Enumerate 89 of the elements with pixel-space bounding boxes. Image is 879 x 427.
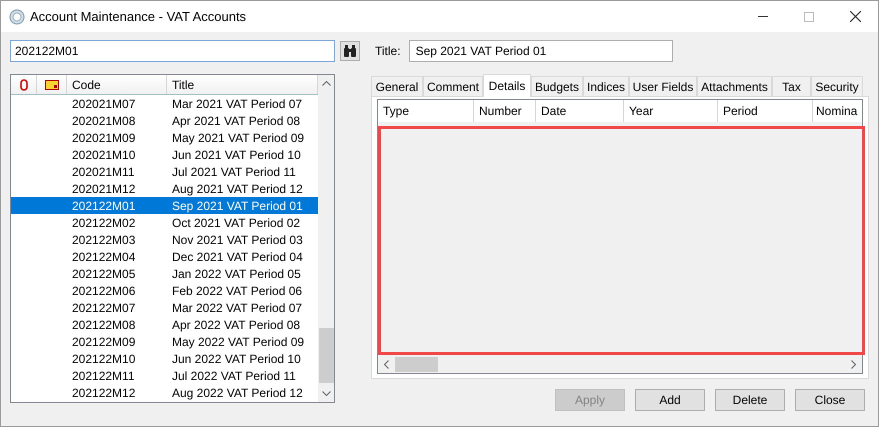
title-cell-text: Sep 2021 VAT Period 01 <box>171 198 304 212</box>
column-header[interactable]: Period <box>718 100 813 122</box>
attachment-icon <box>20 78 28 90</box>
title-cell-text: May 2022 VAT Period 09 <box>171 334 306 348</box>
list-row[interactable]: 202021M09 May 2021 VAT Period 09 <box>11 129 318 146</box>
app-icon <box>9 8 25 24</box>
vertical-scrollbar[interactable] <box>318 75 334 402</box>
list-row[interactable]: 202021M11 Jul 2021 VAT Period 11 <box>11 163 318 180</box>
title-cell-text: Nov 2021 VAT Period 03 <box>171 232 304 246</box>
code-cell-text: 202021M09 <box>71 130 136 144</box>
window-title: Account Maintenance - VAT Accounts <box>30 9 248 24</box>
title-label: Title: <box>375 44 401 58</box>
note-icon <box>44 80 58 90</box>
scroll-down-icon[interactable] <box>322 391 330 396</box>
dialog-button[interactable]: Delete <box>715 389 785 411</box>
title-cell-text: Mar 2021 VAT Period 07 <box>171 96 304 110</box>
title-cell-text: Oct 2021 VAT Period 02 <box>171 216 302 230</box>
list-row[interactable]: 202122M12 Aug 2022 VAT Period 12 <box>11 384 318 401</box>
title-cell-text: Aug 2021 VAT Period 12 <box>171 182 304 196</box>
code-cell-text: 202122M02 <box>71 216 136 230</box>
column-header[interactable]: Date <box>536 100 624 122</box>
title-cell-text: Aug 2022 VAT Period 12 <box>171 386 304 400</box>
search-field[interactable]: 202122M01 <box>10 40 335 62</box>
list-row[interactable]: 202122M04 Dec 2021 VAT Period 04 <box>11 248 318 265</box>
list-row[interactable]: 202021M07 Mar 2021 VAT Period 07 <box>11 95 318 112</box>
code-cell-text: 202122M04 <box>71 250 136 264</box>
tab[interactable]: Security <box>811 76 863 96</box>
title-cell-text: Jan 2022 VAT Period 05 <box>171 266 302 280</box>
column-header[interactable]: Year <box>624 100 718 122</box>
list-row[interactable]: 202122M01 Sep 2021 VAT Period 01 <box>11 197 318 214</box>
code-cell-text: 202122M03 <box>71 232 136 246</box>
code-cell-text: 202122M10 <box>71 352 136 366</box>
tab[interactable]: Details <box>483 74 531 97</box>
title-cell-text: Apr 2021 VAT Period 08 <box>171 114 302 128</box>
tab[interactable]: Attachments <box>697 76 772 96</box>
title-cell-text: May 2021 VAT Period 09 <box>171 130 306 144</box>
scroll-up-icon[interactable] <box>322 81 330 86</box>
code-cell-text: 202122M07 <box>71 300 136 314</box>
title-cell-text: Jun 2022 VAT Period 10 <box>171 352 302 366</box>
code-cell-text: 202122M09 <box>71 334 136 348</box>
binoculars-icon <box>343 44 357 58</box>
dialog-button[interactable]: Add <box>635 389 705 411</box>
code-cell-text: 202122M08 <box>71 318 136 332</box>
code-cell-text: 202021M10 <box>71 148 136 162</box>
code-cell-text: 202021M08 <box>71 114 136 128</box>
dialog-button[interactable]: Close <box>795 389 865 411</box>
code-cell-text: 202122M06 <box>71 284 136 298</box>
title-field[interactable]: Sep 2021 VAT Period 01 <box>408 40 673 62</box>
column-header[interactable]: Type <box>378 100 474 122</box>
close-icon[interactable] <box>850 11 860 22</box>
code-cell-text: 202021M07 <box>71 96 136 110</box>
list-row[interactable]: 202122M09 May 2022 VAT Period 09 <box>11 333 318 350</box>
title-cell-text: Feb 2022 VAT Period 06 <box>171 284 304 298</box>
tab[interactable]: General <box>371 76 423 96</box>
scrollbar-thumb[interactable] <box>395 357 438 372</box>
code-cell-text: 202021M12 <box>71 182 136 196</box>
list-row[interactable]: 202021M08 Apr 2021 VAT Period 08 <box>11 112 318 129</box>
title-cell-text: Dec 2021 VAT Period 04 <box>171 250 304 264</box>
column-header[interactable]: Code <box>67 75 167 94</box>
title-cell-text: Apr 2022 VAT Period 08 <box>171 318 302 332</box>
list-row[interactable]: 202122M06 Feb 2022 VAT Period 06 <box>11 282 318 299</box>
scrollbar-thumb[interactable] <box>318 328 334 383</box>
list-row[interactable]: 202021M10 Jun 2021 VAT Period 10 <box>11 146 318 163</box>
code-cell-text: 202122M01 <box>71 198 136 212</box>
list-row[interactable]: 202122M11 Jul 2022 VAT Period 11 <box>11 367 318 384</box>
title-cell-text: Jun 2021 VAT Period 10 <box>171 148 302 162</box>
tab[interactable]: Indices <box>583 76 629 96</box>
tab[interactable]: Comment <box>423 76 483 96</box>
tab[interactable]: User Fields <box>629 76 697 96</box>
title-cell-text: Jul 2022 VAT Period 11 <box>171 368 297 382</box>
code-cell-text: 202122M05 <box>71 266 136 280</box>
list-row[interactable]: 202021M12 Aug 2021 VAT Period 12 <box>11 180 318 197</box>
list-row[interactable]: 202122M08 Apr 2022 VAT Period 08 <box>11 316 318 333</box>
list-row[interactable]: 202122M10 Jun 2022 VAT Period 10 <box>11 350 318 367</box>
title-cell-text: Mar 2022 VAT Period 07 <box>171 300 304 314</box>
list-row[interactable]: 202122M07 Mar 2022 VAT Period 07 <box>11 299 318 316</box>
code-cell-text: 202021M11 <box>71 164 136 178</box>
tab[interactable]: Tax <box>772 76 811 96</box>
title-cell-text: Jul 2021 VAT Period 11 <box>171 164 297 178</box>
list-row[interactable]: 202122M05 Jan 2022 VAT Period 05 <box>11 265 318 282</box>
tab[interactable]: Budgets <box>531 76 583 96</box>
column-header[interactable]: Title <box>167 75 318 94</box>
column-header[interactable]: Nomina <box>813 100 862 122</box>
list-row[interactable]: 202122M03 Nov 2021 VAT Period 03 <box>11 231 318 248</box>
find-button[interactable] <box>340 41 360 61</box>
list-row[interactable]: 202122M02 Oct 2021 VAT Period 02 <box>11 214 318 231</box>
code-cell-text: 202122M12 <box>71 386 136 400</box>
column-header[interactable]: Number <box>474 100 536 122</box>
code-cell-text: 202122M11 <box>71 368 136 382</box>
